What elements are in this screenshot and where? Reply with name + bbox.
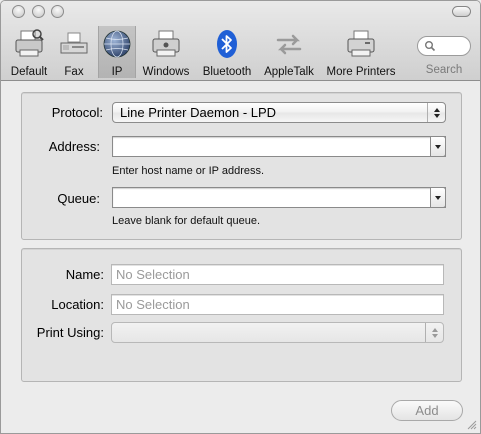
chevron-down-icon [435,195,441,200]
location-field[interactable]: No Selection [111,294,444,315]
toolbar-item-label: Default [10,66,48,78]
toolbar-item-windows[interactable]: Windows [140,26,192,78]
queue-hint: Leave blank for default queue. [112,215,261,227]
windows-printer-icon [150,28,182,60]
add-button[interactable]: Add [391,400,463,421]
toolbar-item-bluetooth[interactable]: Bluetooth [198,26,256,78]
queue-dropdown-button[interactable] [430,187,446,208]
search-label: Search [425,64,463,76]
search-field[interactable] [417,36,471,56]
toolbar-item-ip[interactable]: IP [98,26,136,78]
ip-globe-icon [101,28,133,60]
address-label: Address: [48,139,100,154]
name-label: Name: [65,267,104,282]
bluetooth-icon [211,28,243,60]
fax-icon [58,28,90,60]
toolbar-toggle-button[interactable] [452,6,471,17]
chevron-down-icon [435,144,441,149]
zoom-window-button[interactable] [51,5,64,18]
print-using-label: Print Using: [36,325,104,340]
minimize-window-button[interactable] [32,5,45,18]
address-combo[interactable] [112,136,446,157]
name-field[interactable]: No Selection [111,264,444,285]
toolbar-item-fax[interactable]: Fax [57,26,91,78]
toolbar-item-label: IP [111,66,123,78]
location-label: Location: [51,297,104,312]
toolbar-item-label: Fax [64,66,84,78]
toolbar-item-label: AppleTalk [264,66,314,78]
print-using-popup[interactable] [111,322,444,343]
default-printer-icon [13,28,45,60]
toolbar-item-label: Windows [142,66,190,78]
resize-grip-icon[interactable] [466,419,477,430]
popup-arrows-icon [425,323,443,342]
close-window-button[interactable] [12,5,25,18]
toolbar: Default Fax IP Windows Bluetooth AppleTa… [1,1,480,81]
appletalk-icon [273,28,305,60]
queue-label: Queue: [57,191,100,206]
search-icon [425,41,436,52]
protocol-popup[interactable]: Line Printer Daemon - LPD [112,102,446,123]
queue-combo[interactable] [112,187,446,208]
more-printers-icon [345,28,377,60]
toolbar-item-appletalk[interactable]: AppleTalk [260,26,318,78]
popup-arrows-icon [427,103,445,122]
toolbar-search: Search [415,26,473,78]
protocol-value: Line Printer Daemon - LPD [120,105,277,120]
printer-browser-window: Default Fax IP Windows Bluetooth AppleTa… [0,0,481,434]
protocol-label: Protocol: [51,105,103,120]
address-hint: Enter host name or IP address. [112,165,265,177]
toolbar-item-more-printers[interactable]: More Printers [324,26,398,78]
toolbar-item-label: More Printers [326,66,396,78]
address-dropdown-button[interactable] [430,136,446,157]
toolbar-item-default[interactable]: Default [6,26,52,78]
toolbar-item-label: Bluetooth [202,66,252,78]
